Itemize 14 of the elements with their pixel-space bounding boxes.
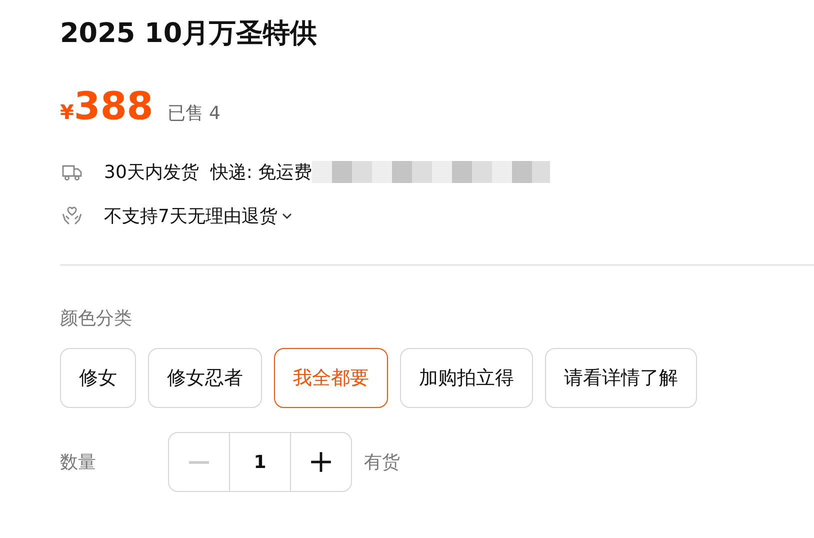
plus-icon [310,451,332,473]
option-label: 颜色分类 [60,307,133,331]
option-button[interactable]: 请看详情了解 [545,348,697,408]
service-text: 不支持7天无理由退货 [104,205,278,228]
price: ¥388 [60,84,154,128]
option-button[interactable]: 加购拍立得 [400,348,533,408]
minus-icon [189,460,209,464]
quantity-label: 数量 [60,451,97,474]
option-button[interactable]: 修女忍者 [148,348,262,408]
stock-status: 有货 [364,451,400,474]
service-text: 30天内发货 快递: 免运费 [104,161,312,184]
option-button[interactable]: 修女 [60,348,136,408]
sold-count: 已售 4 [167,102,220,125]
product-title: 2025 10月万圣特供 [60,17,318,51]
